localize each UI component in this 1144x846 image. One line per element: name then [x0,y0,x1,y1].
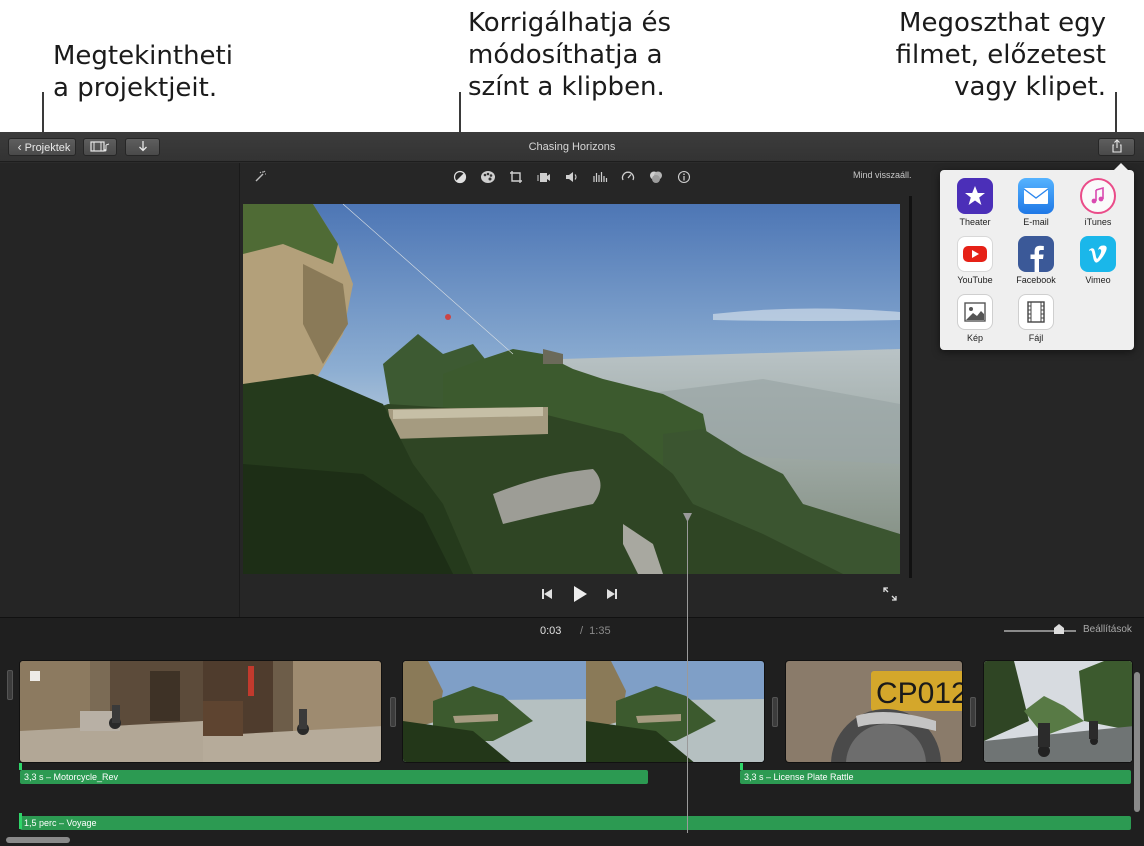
youtube-icon [957,236,993,272]
mountain-landscape-image [243,204,900,574]
viewer-edge [909,196,912,578]
video-clip-riders[interactable] [983,660,1133,763]
import-button[interactable] [125,138,160,156]
audio-clip-edge [19,763,22,770]
callout-share-leader [1115,92,1117,136]
video-clip-mountains[interactable] [402,660,765,763]
music-clip-edge [19,813,22,829]
fullscreen-button[interactable] [880,584,900,604]
theater-icon [957,178,993,214]
share-facebook[interactable]: Facebook [1008,236,1064,285]
audio-clip-license-plate-rattle[interactable]: 3,3 s – License Plate Rattle [740,770,1131,784]
project-title: Chasing Horizons [528,141,616,153]
screenshot: Megtekintheti a projektjeit. Korrigálhat… [0,0,1144,846]
volume-icon[interactable] [563,168,581,186]
share-button[interactable] [1098,138,1135,156]
playhead[interactable] [687,515,688,833]
equalizer-icon[interactable] [591,168,609,186]
file-icon [1018,294,1054,330]
clip-thumbnail [203,661,381,762]
speed-icon[interactable] [619,168,637,186]
skip-back-button[interactable] [538,584,556,604]
share-youtube[interactable]: YouTube [947,236,1003,285]
magic-wand-icon[interactable] [251,168,269,186]
share-itunes[interactable]: iTunes [1070,178,1126,227]
skip-forward-button[interactable] [603,584,621,604]
share-theater-label: Theater [959,217,991,227]
reset-all-button[interactable]: Mind visszaáll. [853,170,912,180]
play-icon [574,586,587,602]
callout-projects: Megtekintheti a projektjeit. [53,41,233,103]
settings-button[interactable]: Beállítások [1083,624,1132,635]
zoom-slider[interactable] [1004,630,1076,632]
viewer-image [243,204,900,574]
browser-panel [0,163,240,617]
share-popover: Theater E-mail iTunes YouTube Facebook V… [940,163,1134,350]
horizontal-scrollbar[interactable] [6,837,70,843]
current-time: 0:03 [540,625,562,637]
video-clip-license-plate[interactable]: CP012 [785,660,963,763]
color-balance-icon[interactable] [451,168,469,186]
total-time-value: 1:35 [589,625,611,637]
media-browser-button[interactable] [83,138,117,156]
share-vimeo[interactable]: Vimeo [1070,236,1126,285]
share-icon [1111,139,1122,153]
share-image[interactable]: Kép [947,294,1003,343]
total-time: / 1:35 [580,625,611,637]
crop-icon[interactable] [507,168,525,186]
skip-forward-icon [607,589,617,599]
skip-back-icon [542,589,552,599]
music-clip-label: 1,5 perc – Voyage [24,818,97,828]
vimeo-icon [1080,236,1116,272]
share-youtube-label: YouTube [957,275,993,285]
share-file[interactable]: Fájl [1008,294,1064,343]
film-music-icon [90,141,110,152]
color-correction-icon[interactable] [479,168,497,186]
clip-thumbnail [586,661,764,762]
video-clip-village[interactable] [19,660,382,763]
projects-button[interactable]: ‹ Projektek [8,138,76,156]
down-arrow-icon [138,141,147,152]
transition-handle[interactable] [772,697,778,727]
share-theater[interactable]: Theater [947,178,1003,227]
image-icon [957,294,993,330]
callout-share: Megoszthat egy filmet, előzetest vagy kl… [895,8,1106,102]
clip-thumbnail [984,661,1132,762]
share-facebook-label: Facebook [1016,275,1056,285]
music-clip-voyage[interactable]: 1,5 perc – Voyage [20,816,1131,830]
fullscreen-icon [883,587,897,601]
filter-icon[interactable] [647,168,665,186]
svg-text:CP012: CP012 [876,677,963,710]
clip-thumbnail: CP012 [786,661,963,762]
stabilization-icon[interactable] [535,168,553,186]
vertical-scrollbar[interactable] [1134,672,1140,812]
facebook-icon [1018,236,1054,272]
callout-projects-leader [42,92,44,136]
chevron-left-icon: ‹ [17,140,22,154]
share-email[interactable]: E-mail [1008,178,1064,227]
info-icon[interactable] [675,168,693,186]
callout-color: Korrigálhatja és módosíthatja a színt a … [468,8,672,102]
audio-clip-label: 3,3 s – Motorcycle_Rev [24,772,119,782]
share-email-label: E-mail [1023,217,1049,227]
timeline-header: 0:03 / 1:35 Beállítások [0,618,1144,644]
share-image-label: Kép [966,333,983,343]
transition-handle[interactable] [970,697,976,727]
play-button[interactable] [568,584,592,604]
share-file-label: Fájl [1028,333,1044,343]
clip-thumbnail [403,661,586,762]
itunes-icon [1080,178,1116,214]
share-vimeo-label: Vimeo [1085,275,1111,285]
audio-clip-label: 3,3 s – License Plate Rattle [744,772,854,782]
mail-icon [1018,178,1054,214]
clip-thumbnail [20,661,203,762]
audio-clip-motorcycle-rev[interactable]: 3,3 s – Motorcycle_Rev [20,770,648,784]
zoom-slider-knob[interactable] [1054,624,1064,634]
audio-clip-edge [740,763,743,770]
share-itunes-label: iTunes [1084,217,1112,227]
transition-handle[interactable] [7,670,13,700]
transition-handle[interactable] [390,697,396,727]
projects-button-label: Projektek [24,142,71,154]
toolbar: ‹ Projektek Chasing Horizons [0,132,1144,162]
